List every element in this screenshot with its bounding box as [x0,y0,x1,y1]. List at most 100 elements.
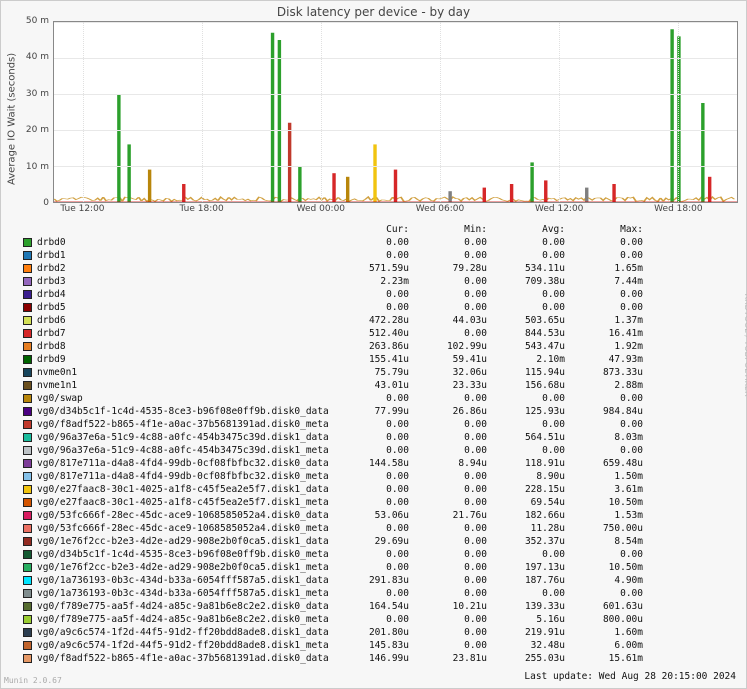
series-name: vg0/1e76f2cc-b2e3-4d2e-ad29-908e2b0f0ca5… [37,535,337,548]
series-min: 0.00 [415,288,493,301]
series-cur: 0.00 [337,483,415,496]
series-max: 1.92m [571,340,649,353]
series-name: drbd3 [37,275,337,288]
series-name: vg0/a9c6c574-1f2d-44f5-91d2-ff20bdd8ade8… [37,626,337,639]
series-name: vg0/1a736193-0b3c-434d-b33a-6054fff587a5… [37,587,337,600]
series-name: vg0/817e711a-d4a8-4fd4-99db-0cf08fbfbc32… [37,470,337,483]
series-cur: 77.99u [337,405,415,418]
series-avg: 8.90u [493,470,571,483]
chart-title: Disk latency per device - by day [1,1,746,21]
series-name: vg0/1a736193-0b3c-434d-b33a-6054fff587a5… [37,574,337,587]
series-avg: 0.00 [493,301,571,314]
legend-swatch [23,550,32,559]
series-cur: 75.79u [337,366,415,379]
series-avg: 187.76u [493,574,571,587]
series-max: 0.00 [571,236,649,249]
series-min: 0.00 [415,574,493,587]
series-name: vg0/d34b5c1f-1c4d-4535-8ce3-b96f08e0ff9b… [37,405,337,418]
y-tick: 30 m [26,89,49,99]
y-tick: 10 m [26,162,49,172]
legend-swatch [23,355,32,364]
series-min: 8.94u [415,457,493,470]
series-cur: 0.00 [337,431,415,444]
series-max: 0.00 [571,288,649,301]
series-name: vg0/53fc666f-28ec-45dc-ace9-1068585052a4… [37,509,337,522]
series-min: 0.00 [415,444,493,457]
series-max: 750.00u [571,522,649,535]
series-avg: 352.37u [493,535,571,548]
legend-swatch [23,251,32,260]
series-max: 10.50m [571,561,649,574]
munin-version: Munin 2.0.67 [4,676,62,685]
series-cur: 0.00 [337,496,415,509]
legend-row: vg0/817e711a-d4a8-4fd4-99db-0cf08fbfbc32… [23,457,738,470]
series-name: vg0/817e711a-d4a8-4fd4-99db-0cf08fbfbc32… [37,457,337,470]
series-min: 0.00 [415,236,493,249]
series-name: vg0/f789e775-aa5f-4d24-a85c-9a81b6e8c2e2… [37,600,337,613]
legend-swatch [23,485,32,494]
legend-row: vg0/f789e775-aa5f-4d24-a85c-9a81b6e8c2e2… [23,600,738,613]
legend-row: vg0/a9c6c574-1f2d-44f5-91d2-ff20bdd8ade8… [23,639,738,652]
legend-row: vg0/e27faac8-30c1-4025-a1f8-c45f5ea2e5f7… [23,483,738,496]
series-min: 26.86u [415,405,493,418]
legend-swatch [23,329,32,338]
series-min: 10.21u [415,600,493,613]
series-avg: 543.47u [493,340,571,353]
chart-container: RRDTOOL / TOBI OETIKER Disk latency per … [0,0,747,689]
series-cur: 145.83u [337,639,415,652]
series-min: 21.76u [415,509,493,522]
rrdtool-watermark: RRDTOOL / TOBI OETIKER [743,293,747,396]
series-min: 102.99u [415,340,493,353]
legend-row: drbd50.000.000.000.00 [23,301,738,314]
legend-row: vg0/1e76f2cc-b2e3-4d2e-ad29-908e2b0f0ca5… [23,535,738,548]
legend-row: drbd7512.40u0.00844.53u16.41m [23,327,738,340]
series-avg: 503.65u [493,314,571,327]
series-cur: 43.01u [337,379,415,392]
x-tick: Wed 12:00 [535,204,583,214]
legend-swatch [23,407,32,416]
series-max: 800.00u [571,613,649,626]
series-avg: 139.33u [493,600,571,613]
legend-swatch [23,589,32,598]
series-max: 2.88m [571,379,649,392]
series-avg: 228.15u [493,483,571,496]
series-min: 0.00 [415,626,493,639]
series-max: 1.65m [571,262,649,275]
series-max: 3.61m [571,483,649,496]
series-max: 6.00m [571,639,649,652]
y-axis-label: Average IO Wait (seconds) [1,21,23,217]
series-min: 0.00 [415,587,493,600]
legend-row: vg0/e27faac8-30c1-4025-a1f8-c45f5ea2e5f7… [23,496,738,509]
legend-row: vg0/817e711a-d4a8-4fd4-99db-0cf08fbfbc32… [23,470,738,483]
legend-swatch [23,446,32,455]
series-max: 0.00 [571,301,649,314]
series-min: 44.03u [415,314,493,327]
series-cur: 144.58u [337,457,415,470]
series-max: 7.44m [571,275,649,288]
series-min: 0.00 [415,431,493,444]
series-min: 0.00 [415,392,493,405]
legend-row: vg0/f789e775-aa5f-4d24-a85c-9a81b6e8c2e2… [23,613,738,626]
series-cur: 0.00 [337,236,415,249]
series-avg: 0.00 [493,392,571,405]
series-cur: 512.40u [337,327,415,340]
x-axis-ticks: Tue 12:00Tue 18:00Wed 00:00Wed 06:00Wed … [53,203,738,217]
series-cur: 0.00 [337,301,415,314]
series-name: drbd7 [37,327,337,340]
legend-swatch [23,394,32,403]
series-cur: 164.54u [337,600,415,613]
y-tick: 40 m [26,52,49,62]
series-cur: 291.83u [337,574,415,587]
series-min: 59.41u [415,353,493,366]
legend-row: drbd6472.28u44.03u503.65u1.37m [23,314,738,327]
series-avg: 32.48u [493,639,571,652]
series-name: vg0/96a37e6a-51c9-4c88-a0fc-454b3475c39d… [37,431,337,444]
series-cur: 0.00 [337,613,415,626]
legend-swatch [23,628,32,637]
col-cur: Cur: [337,223,415,236]
x-tick: Wed 06:00 [416,204,464,214]
series-cur: 0.00 [337,561,415,574]
series-max: 47.93m [571,353,649,366]
legend-swatch [23,303,32,312]
series-min: 0.00 [415,249,493,262]
